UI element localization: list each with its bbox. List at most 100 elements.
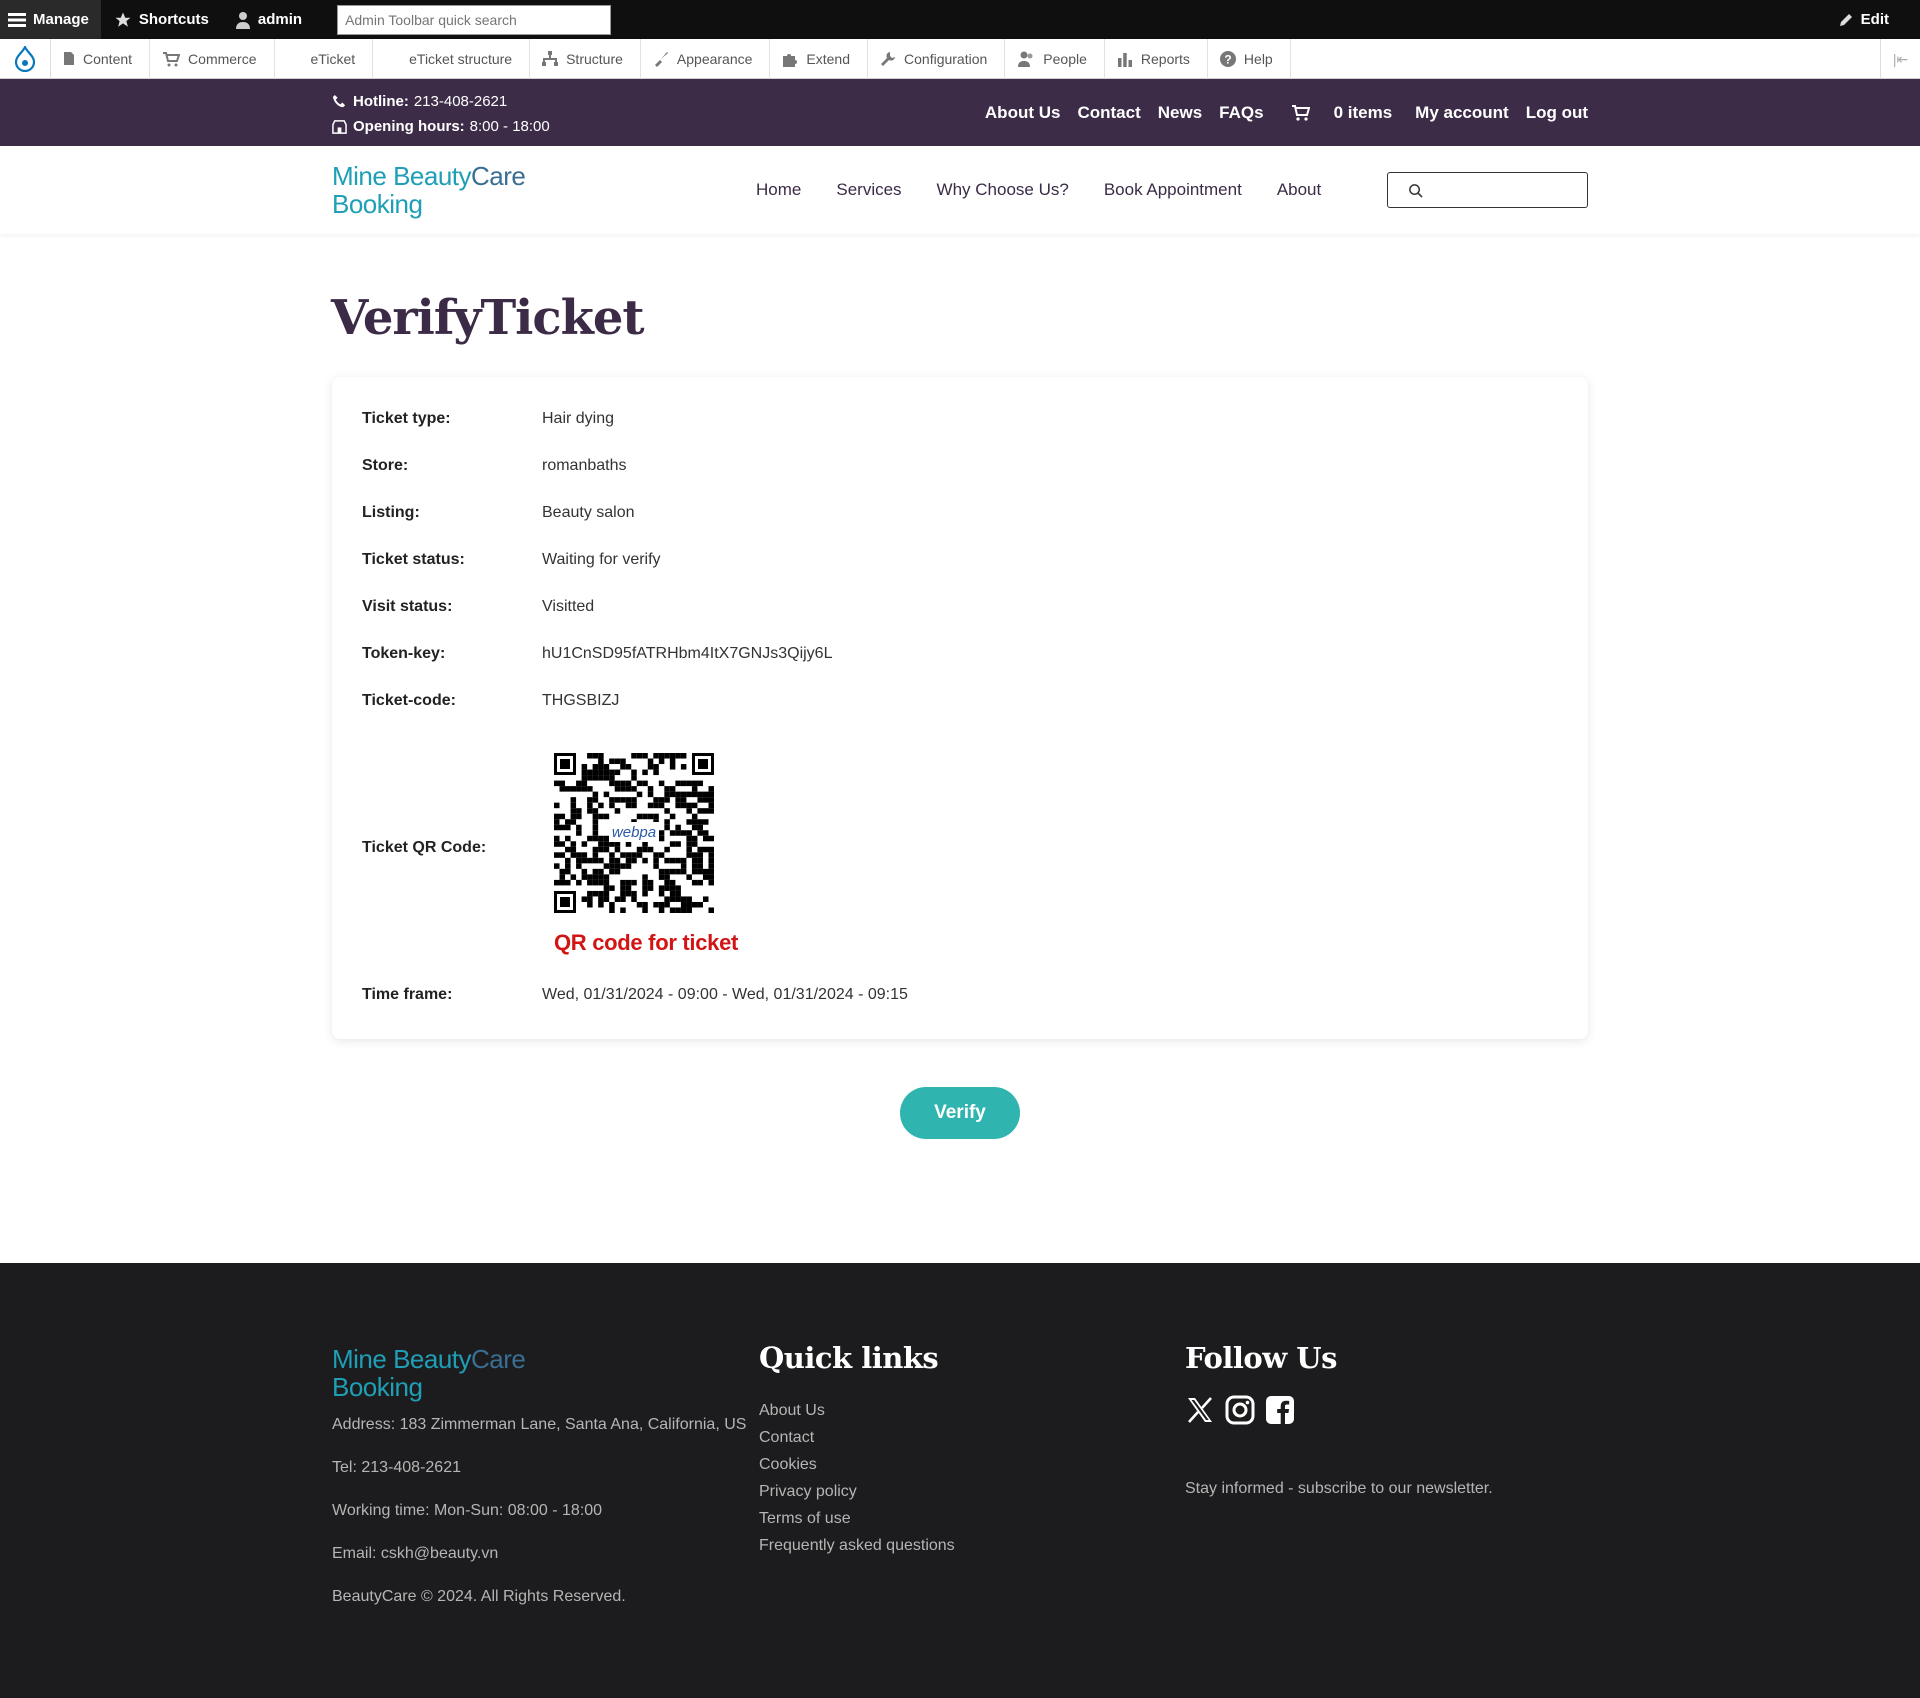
nav-why-choose-us[interactable]: Why Choose Us? bbox=[937, 180, 1069, 200]
field-value: Beauty salon bbox=[542, 504, 635, 521]
search-icon bbox=[1409, 183, 1423, 198]
field-value: THGSBIZJ bbox=[542, 692, 620, 709]
tray-content-label: Content bbox=[83, 50, 133, 67]
logout-link[interactable]: Log out bbox=[1526, 103, 1588, 123]
user-button[interactable]: admin bbox=[222, 0, 315, 39]
edit-label: Edit bbox=[1860, 11, 1889, 28]
nav-about[interactable]: About bbox=[1277, 180, 1321, 200]
header-search-input[interactable] bbox=[1387, 172, 1588, 208]
quick-link-about-us[interactable]: About Us bbox=[759, 1397, 955, 1424]
ticket-qr-code-image: webpa bbox=[554, 753, 714, 913]
topbar-link-news[interactable]: News bbox=[1158, 103, 1202, 123]
hotline-row: Hotline: 213-408-2621 bbox=[332, 89, 550, 114]
pencil-icon bbox=[1839, 13, 1852, 26]
topbar-link-contact[interactable]: Contact bbox=[1077, 103, 1140, 123]
topbar-link-about[interactable]: About Us bbox=[985, 103, 1061, 123]
shortcuts-button[interactable]: Shortcuts bbox=[101, 0, 222, 39]
tray-collapse-button[interactable]: |⇤ bbox=[1880, 39, 1920, 79]
field-value: Hair dying bbox=[542, 410, 615, 427]
qr-logo-text: webpa bbox=[612, 824, 656, 841]
tray-reports[interactable]: Reports bbox=[1105, 38, 1208, 79]
hamburger-icon bbox=[8, 12, 26, 27]
tray-appearance-label: Appearance bbox=[676, 50, 753, 67]
logo-text-b: Care bbox=[471, 161, 526, 191]
site-topbar: Hotline: 213-408-2621 Opening hours: 8:0… bbox=[0, 79, 1920, 146]
tray-eticket-label: eTicket bbox=[310, 50, 356, 67]
shortcuts-label: Shortcuts bbox=[138, 11, 209, 28]
tray-configuration-label: Configuration bbox=[904, 50, 988, 67]
footer-tel: Tel: 213-408-2621 bbox=[332, 1459, 461, 1476]
manage-button[interactable]: Manage bbox=[0, 0, 101, 39]
nav-home[interactable]: Home bbox=[756, 180, 801, 200]
field-label: Ticket QR Code: bbox=[362, 839, 487, 856]
hours-row: Opening hours: 8:00 - 18:00 bbox=[332, 114, 550, 139]
facebook-icon[interactable] bbox=[1265, 1395, 1295, 1425]
cart-icon bbox=[1291, 104, 1310, 121]
sitemap-icon bbox=[542, 51, 559, 66]
main-navigation: Home Services Why Choose Us? Book Appoin… bbox=[756, 146, 1356, 234]
footer-logo-text-booking: Booking bbox=[332, 1372, 423, 1402]
field-label: Time frame: bbox=[362, 986, 453, 1003]
topbar-link-faqs[interactable]: FAQs bbox=[1219, 103, 1263, 123]
site-footer: Mine BeautyCare Booking Address: 183 Zim… bbox=[0, 1263, 1920, 1698]
instagram-icon[interactable] bbox=[1225, 1395, 1255, 1425]
field-visit-status: Visit status: Visitted bbox=[362, 598, 594, 616]
quick-links-title: Quick links bbox=[759, 1341, 939, 1375]
wrench-icon bbox=[881, 51, 896, 66]
quick-link-contact[interactable]: Contact bbox=[759, 1424, 955, 1451]
tray-configuration[interactable]: Configuration bbox=[868, 38, 1006, 79]
ticket-details-card: Ticket type: Hair dying Store: romanbath… bbox=[332, 377, 1588, 1039]
nav-services[interactable]: Services bbox=[836, 180, 901, 200]
follow-us-title: Follow Us bbox=[1185, 1341, 1337, 1375]
tray-extend[interactable]: Extend bbox=[770, 38, 869, 79]
phone-icon bbox=[332, 94, 346, 108]
field-label: Visit status: bbox=[362, 598, 453, 615]
field-label: Ticket-code: bbox=[362, 692, 456, 709]
tray-eticket[interactable]: eTicket bbox=[275, 38, 374, 79]
drupal-home-button[interactable] bbox=[0, 38, 51, 79]
quick-link-faq[interactable]: Frequently asked questions bbox=[759, 1532, 955, 1559]
footer-address: Address: 183 Zimmerman Lane, Santa Ana, … bbox=[332, 1416, 747, 1433]
field-label: Ticket status: bbox=[362, 551, 465, 568]
svg-text:?: ? bbox=[1224, 52, 1231, 66]
x-icon[interactable] bbox=[1185, 1395, 1215, 1425]
user-label: admin bbox=[257, 11, 303, 28]
manage-label: Manage bbox=[33, 11, 89, 28]
edit-button[interactable]: Edit bbox=[1825, 0, 1902, 39]
cart-count: 0 items bbox=[1333, 102, 1393, 122]
field-label: Ticket type: bbox=[362, 410, 451, 427]
tray-help[interactable]: ? Help bbox=[1208, 38, 1291, 79]
site-logo[interactable]: Mine BeautyCare Booking bbox=[332, 161, 526, 218]
tray-appearance[interactable]: Appearance bbox=[641, 38, 771, 79]
tray-structure[interactable]: Structure bbox=[530, 38, 641, 79]
quick-link-terms[interactable]: Terms of use bbox=[759, 1505, 955, 1532]
tray-content[interactable]: Content bbox=[51, 38, 151, 79]
nav-book-appointment[interactable]: Book Appointment bbox=[1104, 180, 1242, 200]
cart-link[interactable]: 0 items bbox=[1291, 102, 1393, 123]
tray-people[interactable]: People bbox=[1005, 38, 1105, 79]
footer-logo[interactable]: Mine BeautyCare Booking bbox=[332, 1345, 526, 1402]
tray-eticket-structure[interactable]: eTicket structure bbox=[373, 38, 531, 79]
footer-copyright: BeautyCare © 2024. All Rights Reserved. bbox=[332, 1588, 626, 1605]
tray-extend-label: Extend bbox=[806, 50, 851, 67]
newsletter-text: Stay informed - subscribe to our newslet… bbox=[1185, 1480, 1493, 1497]
brush-icon bbox=[654, 51, 668, 67]
quick-link-privacy[interactable]: Privacy policy bbox=[759, 1478, 955, 1505]
hotline-label: Hotline: bbox=[353, 93, 409, 110]
tray-commerce[interactable]: Commerce bbox=[150, 38, 275, 79]
tray-structure-label: Structure bbox=[566, 50, 623, 67]
quick-link-cookies[interactable]: Cookies bbox=[759, 1451, 955, 1478]
people-icon bbox=[1018, 51, 1033, 67]
field-token-key: Token-key: hU1CnSD95fATRHbm4ItX7GNJs3Qij… bbox=[362, 645, 832, 663]
verify-button[interactable]: Verify bbox=[900, 1087, 1020, 1139]
help-icon: ? bbox=[1219, 50, 1236, 67]
field-value: Waiting for verify bbox=[542, 551, 661, 568]
my-account-link[interactable]: My account bbox=[1415, 103, 1509, 123]
footer-working-time: Working time: Mon-Sun: 08:00 - 18:00 bbox=[332, 1502, 603, 1519]
collapse-arrow-icon: |⇤ bbox=[1892, 50, 1909, 67]
tray-eticket-structure-label: eTicket structure bbox=[409, 50, 513, 67]
admin-quick-search-input[interactable] bbox=[337, 4, 612, 35]
hours-label: Opening hours: bbox=[353, 118, 465, 135]
file-icon bbox=[64, 52, 74, 65]
hours-value: 8:00 - 18:00 bbox=[469, 118, 550, 135]
